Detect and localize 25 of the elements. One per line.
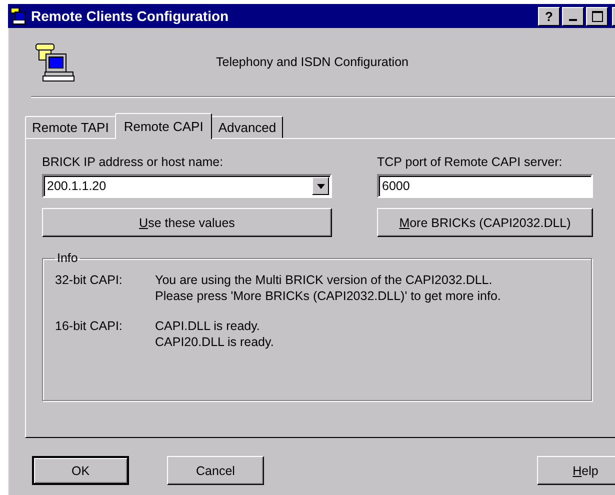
- host-combobox[interactable]: 200.1.1.20: [42, 174, 332, 198]
- action-button[interactable]: Use these values: [42, 208, 332, 237]
- dialog-button[interactable]: Cancel: [167, 456, 264, 485]
- window-title: Remote Clients Configuration: [31, 8, 230, 24]
- minimize-button[interactable]: [562, 6, 584, 26]
- dialog-button[interactable]: Help: [537, 456, 615, 485]
- field-label: TCP port of Remote CAPI server:: [377, 155, 564, 169]
- info-label: 16-bit CAPI:: [55, 319, 124, 335]
- tab[interactable]: Remote TAPI: [25, 116, 116, 138]
- tab[interactable]: Advanced: [211, 116, 284, 138]
- info-text: You are using the Multi BRICK version of the CAPI2032.DLL.: [155, 273, 494, 287]
- maximize-button[interactable]: [586, 6, 608, 26]
- info-text: CAPI.DLL is ready.: [155, 319, 261, 333]
- help-button[interactable]: ?: [538, 6, 560, 26]
- tab[interactable]: Remote CAPI: [114, 113, 212, 139]
- info-text: CAPI20.DLL is ready.: [155, 335, 274, 349]
- group-title: Info: [56, 251, 79, 265]
- header-title: Telephony and ISDN Configuration: [216, 55, 408, 69]
- action-button[interactable]: More BRICKs (CAPI2032.DLL): [377, 208, 593, 237]
- info-label: 32-bit CAPI:: [55, 273, 124, 289]
- dialog-button[interactable]: OK: [32, 456, 129, 485]
- field-label: BRICK IP address or host name:: [42, 155, 224, 169]
- info-text: Please press 'More BRICKs (CAPI2032.DLL)' to get more info.: [155, 289, 501, 303]
- port-input-field[interactable]: 6000: [377, 174, 593, 198]
- computer-icon: [10, 7, 28, 25]
